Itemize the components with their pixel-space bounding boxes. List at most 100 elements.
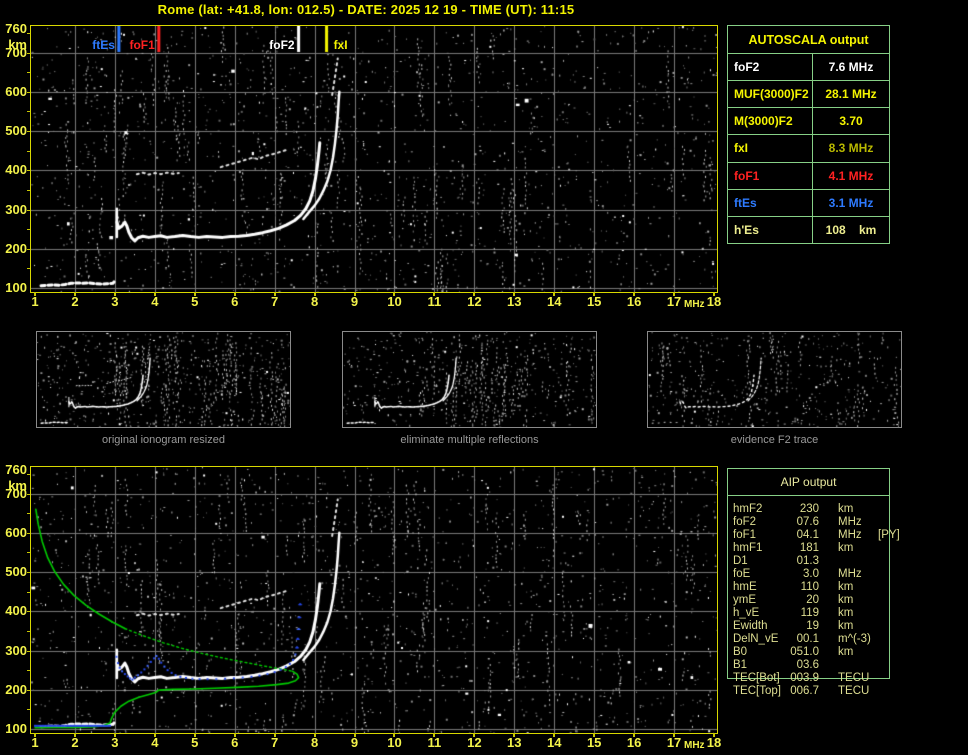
autoscala-row-label: foF2 — [728, 54, 813, 81]
x-tick-label: 13 — [507, 735, 522, 750]
autoscala-row-value: 3.1 MHz — [828, 195, 874, 210]
x-axis-tickmark — [593, 733, 596, 737]
x-tick-label: 17 — [666, 735, 682, 750]
aip-unit: MHz — [838, 515, 862, 528]
y-axis-tickmark — [27, 189, 30, 191]
thumbnail-original-ionogram — [36, 331, 291, 428]
x-axis-tickmark — [353, 733, 356, 737]
autoscala-row-value: 7.6 MHz — [828, 60, 874, 75]
aip-value: 119 — [800, 606, 819, 619]
y-axis-tickmark — [27, 572, 30, 574]
y-tick-label: 500 — [5, 123, 27, 139]
x-axis-tickmark — [273, 292, 276, 296]
aip-value: 20 — [806, 593, 819, 606]
y-axis-unit-label: km — [8, 37, 27, 52]
y-axis-tickmark — [27, 709, 30, 711]
y-axis-tickmark — [27, 611, 30, 613]
y-axis-tickmark — [27, 630, 30, 632]
y-axis-tickmark — [27, 650, 30, 652]
aip-row-B0: B0 051.0 km — [727, 645, 890, 658]
x-tick-label: 15 — [586, 735, 602, 750]
autoscala-row-label: foF1 — [728, 162, 813, 189]
autoscala-row-foF2: foF2 7.6 MHz — [728, 53, 889, 81]
thumbnail-evidence-f2 — [647, 331, 902, 428]
ionogram-report-screen: Rome (lat: +41.8, lon: 012.5) - DATE: 20… — [0, 0, 968, 755]
y-tick-label: 100 — [5, 721, 27, 736]
y-axis-tickmark — [27, 131, 30, 133]
aip-value: 3.0 — [803, 567, 819, 580]
aip-label: TEC[Top] — [733, 684, 781, 697]
x-axis-tickmark — [553, 292, 556, 296]
thumbnail-caption-evidence: evidence F2 trace — [730, 434, 819, 446]
x-axis-tickmark — [713, 292, 715, 296]
marker-label-fxI: fxI — [333, 38, 348, 52]
aip-row-hmE: hmE 110 km — [727, 580, 890, 593]
aip-label: foE — [733, 567, 751, 580]
aip-row-hmF2: hmF2 230 km — [727, 502, 890, 515]
autoscala-row-foF1: foF1 4.1 MHz — [728, 161, 889, 189]
x-tick-label: 6 — [231, 735, 239, 750]
autoscala-row-h'Es: h'Es 108 km — [728, 215, 889, 243]
x-tick-label: 8 — [310, 735, 319, 750]
x-axis-tickmark — [233, 733, 236, 737]
y-axis-tickmark — [27, 170, 30, 172]
x-tick-label: 2 — [71, 735, 79, 750]
autoscala-table: AUTOSCALA output foF2 7.6 MHz MUF(3000)F2 2… — [727, 25, 890, 244]
x-axis-tickmark — [673, 733, 676, 737]
aip-value: 01.3 — [796, 554, 819, 567]
y-axis-tickmark — [27, 513, 30, 515]
x-axis-tickmark — [633, 292, 636, 296]
y-axis-tickmark — [27, 32, 30, 34]
y-axis-tickmark — [27, 248, 30, 250]
aip-label: B1 — [733, 658, 748, 671]
aip-label: DelN_vE — [733, 632, 779, 645]
aip-row-D1: D1 01.3 — [727, 554, 890, 567]
y-tick-label: 600 — [5, 524, 27, 540]
y-axis-tickmark — [27, 670, 30, 672]
x-tick-label: 18 — [706, 294, 722, 309]
x-axis-tickmark — [713, 733, 715, 737]
thumbnail-canvas-eliminate — [343, 332, 596, 427]
autoscala-row-MUF(3000)F2: MUF(3000)F2 28.1 MHz — [728, 80, 889, 108]
aip-value: 003.9 — [790, 671, 819, 684]
x-axis-tickmark — [34, 733, 36, 737]
x-tick-label: 16 — [626, 294, 642, 309]
y-axis-tickmark — [27, 72, 30, 74]
thumbnail-eliminate-reflections — [342, 331, 597, 428]
x-tick-label: 15 — [586, 294, 602, 309]
aip-label: foF1 — [733, 528, 757, 541]
marker-label-foF2: foF2 — [269, 38, 295, 52]
x-axis-tickmark — [473, 292, 476, 296]
x-tick-label: 9 — [350, 294, 359, 309]
aip-unit: m^(-3) — [838, 632, 871, 645]
autoscala-row-label: fxI — [728, 135, 813, 162]
aip-label: foF2 — [733, 515, 757, 528]
aip-unit: TECU — [838, 684, 870, 697]
x-tick-label: 1 — [31, 294, 39, 309]
aip-unit: km — [838, 619, 854, 632]
aip-row-Ewidth: Ewidth 19 km — [727, 619, 890, 632]
aip-row-B1: B1 03.6 — [727, 658, 890, 671]
x-axis-tickmark — [393, 292, 396, 296]
ionogram-plot-bottom — [30, 466, 718, 734]
aip-value: 110 — [800, 580, 819, 593]
aip-note: [PY] — [878, 528, 900, 541]
aip-row-h_vE: h_vE 119 km — [727, 606, 890, 619]
aip-label: Ewidth — [733, 619, 768, 632]
aip-value: 04.1 — [796, 528, 819, 541]
aip-label: D1 — [733, 554, 748, 567]
thumbnail-caption-original: original ionogram resized — [102, 434, 225, 446]
y-axis-tickmark — [27, 111, 30, 113]
autoscala-row-M(3000)F2: M(3000)F2 3.70 — [728, 107, 889, 135]
y-axis-tickmark — [27, 52, 30, 54]
aip-label: hmF2 — [733, 502, 763, 515]
page-title: Rome (lat: +41.8, lon: 012.5) - DATE: 20… — [157, 2, 575, 17]
aip-row-hmF1: hmF1 181 km — [727, 541, 890, 554]
y-tick-label: 500 — [5, 564, 27, 580]
x-tick-label: 14 — [547, 735, 562, 750]
y-tick-label: 760 — [5, 21, 27, 36]
aip-label: ymE — [733, 593, 756, 606]
autoscala-row-value: 108 km — [825, 222, 877, 237]
x-tick-label: 10 — [387, 294, 402, 309]
y-tick-label: 600 — [5, 83, 27, 99]
